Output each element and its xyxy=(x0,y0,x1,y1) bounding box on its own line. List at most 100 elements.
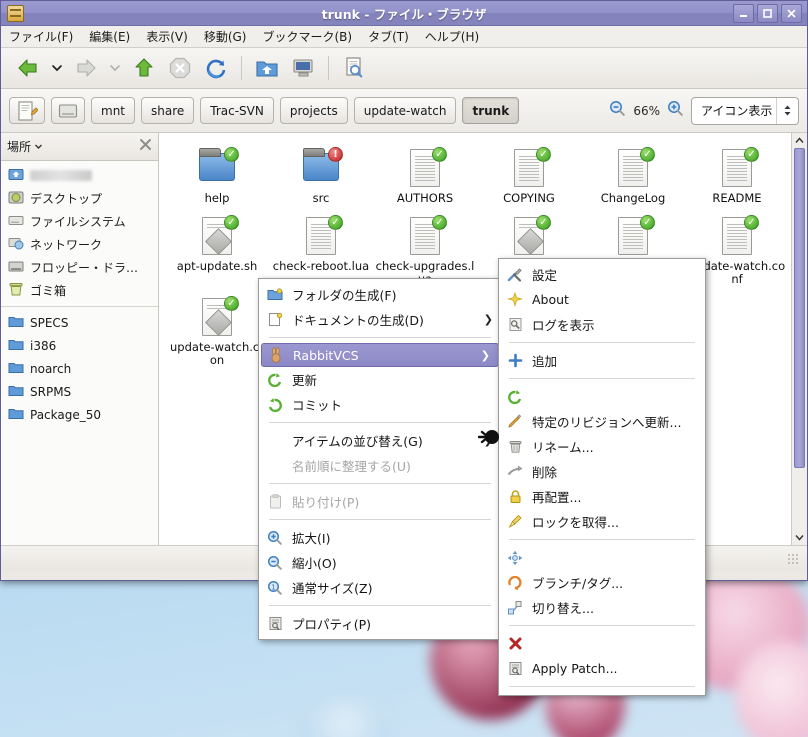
close-button[interactable] xyxy=(781,3,802,23)
menu-item-apply-patch[interactable] xyxy=(499,631,705,656)
sidebar-item-filesystem[interactable]: ファイルシステム xyxy=(1,210,158,233)
menu-item-branch-tag[interactable] xyxy=(499,545,705,570)
context-menu[interactable]: フォルダの生成(F) ドキュメントの生成(D) ❯ RabbitVCS ❯ 更新… xyxy=(258,278,502,640)
zoom-in-icon[interactable] xyxy=(667,100,684,121)
file-item[interactable]: ✓ COPYING xyxy=(477,141,581,205)
menu-item-zoom-in[interactable]: 拡大(I) xyxy=(259,525,501,550)
vertical-scrollbar[interactable] xyxy=(791,133,807,545)
plus-icon xyxy=(506,352,524,370)
menu-item-arrange-items[interactable]: アイテムの並び替え(G) ❯ xyxy=(259,428,501,453)
menu-item-clean-up-by-name: 名前順に整理する(U) xyxy=(259,453,501,478)
menu-item-update-to-revision[interactable] xyxy=(499,384,705,409)
scrollbar-thumb[interactable] xyxy=(794,148,805,468)
menu-item-update[interactable]: 更新 xyxy=(259,367,501,392)
menu-item-delete[interactable]: リネーム... xyxy=(499,434,705,459)
menu-item-label: 拡大(I) xyxy=(292,531,331,546)
reload-icon[interactable] xyxy=(199,52,233,84)
sidebar-item-srpms[interactable]: SRPMS xyxy=(1,380,158,403)
crumb-projects[interactable]: projects xyxy=(279,97,348,124)
sidebar-item-noarch[interactable]: noarch xyxy=(1,357,158,380)
sidebar-item-label: ゴミ箱 xyxy=(30,284,67,298)
maximize-button[interactable] xyxy=(757,3,778,23)
file-item[interactable]: ✓ ChangeLog xyxy=(581,141,685,205)
sidebar-item-package-50[interactable]: Package_50 xyxy=(1,403,158,426)
minimize-button[interactable] xyxy=(733,3,754,23)
file-item[interactable]: ✓ check-upgrades.lua xyxy=(373,209,477,286)
menu-item-add[interactable]: 追加 xyxy=(499,348,705,373)
scroll-up-arrow-icon[interactable] xyxy=(792,133,807,148)
view-mode-select[interactable]: アイコン表示 xyxy=(691,96,799,125)
menu-item-rename[interactable]: 特定のリビジョンへ更新... xyxy=(499,409,705,434)
menu-view[interactable]: 表示(V) xyxy=(146,28,188,45)
menu-item-rabbitvcs[interactable]: RabbitVCS ❯ xyxy=(261,343,499,367)
back-arrow-icon[interactable] xyxy=(11,52,45,84)
sidebar-item-floppy[interactable]: フロッピー・ドラ… xyxy=(1,256,158,279)
menu-item-zoom-out[interactable]: 縮小(O) xyxy=(259,550,501,575)
menu-edit[interactable]: 編集(E) xyxy=(89,28,130,45)
up-arrow-icon[interactable] xyxy=(127,52,161,84)
sidebar-item-i386[interactable]: i386 xyxy=(1,334,158,357)
spinner-arrows-icon[interactable] xyxy=(776,97,798,124)
sidebar-item-home[interactable] xyxy=(1,164,158,187)
search-document-icon[interactable] xyxy=(337,52,371,84)
document-icon: ✓ xyxy=(401,215,449,257)
sidebar-header[interactable]: 場所 xyxy=(1,133,158,161)
home-folder-icon[interactable] xyxy=(250,52,284,84)
menu-item-normal-size[interactable]: 1 通常サイズ(Z) xyxy=(259,575,501,600)
crumb-trac-svn[interactable]: Trac-SVN xyxy=(200,97,274,124)
crumb-mnt[interactable]: mnt xyxy=(91,97,135,124)
crumb-trunk[interactable]: trunk xyxy=(462,97,520,124)
close-icon[interactable] xyxy=(139,138,152,155)
menu-item-show-log[interactable]: ログを表示 xyxy=(499,312,705,337)
menu-item-about[interactable]: About xyxy=(499,287,705,312)
crumb-update-watch[interactable]: update-watch xyxy=(353,97,457,124)
file-item[interactable]: ✓ AUTHORS xyxy=(373,141,477,205)
menu-item-relocate[interactable]: 削除 xyxy=(499,459,705,484)
chevron-down-icon[interactable] xyxy=(34,140,43,154)
sidebar-item-desktop[interactable]: デスクトップ xyxy=(1,187,158,210)
titlebar[interactable]: trunk - ファイル・ブラウザ xyxy=(1,1,807,26)
crumb-device[interactable] xyxy=(51,97,85,124)
scroll-down-arrow-icon[interactable] xyxy=(792,530,807,545)
menu-item-switch[interactable]: ブランチ/タグ... xyxy=(499,570,705,595)
menu-item-properties[interactable]: プロパティ(P) xyxy=(259,611,501,636)
zoom-out-icon[interactable] xyxy=(609,100,626,121)
computer-icon[interactable] xyxy=(286,52,320,84)
menu-go[interactable]: 移動(G) xyxy=(204,28,247,45)
crumb-share[interactable]: share xyxy=(141,97,195,124)
menu-item-settings[interactable]: 設定 xyxy=(499,262,705,287)
home-icon xyxy=(8,167,24,185)
menu-item-commit[interactable]: コミット xyxy=(259,392,501,417)
sidebar-item-network[interactable]: ネットワーク xyxy=(1,233,158,256)
menu-tabs[interactable]: タブ(T) xyxy=(368,28,409,45)
menu-item-merge[interactable]: 切り替え... xyxy=(499,595,705,620)
resize-grip[interactable] xyxy=(787,552,799,565)
file-item[interactable]: ✓ check-reboot.lua xyxy=(269,209,373,286)
no-icon xyxy=(266,432,284,450)
document-icon: ✓ xyxy=(609,215,657,257)
rabbitvcs-submenu[interactable]: 設定 About ログを表示 追加 特定のリビジョンへ更新... リネーム...… xyxy=(498,258,706,696)
document-icon: ✓ xyxy=(609,147,657,189)
sidebar-item-label: SRPMS xyxy=(30,384,72,399)
menu-file[interactable]: ファイル(F) xyxy=(9,28,73,45)
menu-item-cleanup[interactable]: ロックを取得... xyxy=(499,509,705,534)
file-item[interactable]: ✓ help xyxy=(165,141,269,205)
toolbar-separator xyxy=(328,56,329,80)
file-item[interactable]: ✓ update-watch.cron xyxy=(165,290,269,373)
script-icon: ✓ xyxy=(505,215,553,257)
menu-item-get-lock[interactable]: 再配置... xyxy=(499,484,705,509)
back-chevron-down-icon[interactable] xyxy=(47,52,67,84)
path-edit-icon[interactable] xyxy=(9,97,45,124)
paste-icon xyxy=(266,493,284,511)
sidebar-item-specs[interactable]: SPECS xyxy=(1,311,158,334)
update-arrow-icon xyxy=(506,388,524,406)
menu-item-attributes[interactable]: Apply Patch... xyxy=(499,656,705,681)
menu-bookmarks[interactable]: ブックマーク(B) xyxy=(262,28,352,45)
file-item[interactable]: ✓ apt-update.sh xyxy=(165,209,269,286)
menu-item-new-folder[interactable]: フォルダの生成(F) xyxy=(259,282,501,307)
sidebar-item-trash[interactable]: ゴミ箱 xyxy=(1,279,158,302)
file-item[interactable]: ! src xyxy=(269,141,373,205)
menu-item-new-document[interactable]: ドキュメントの生成(D) ❯ xyxy=(259,307,501,332)
menu-help[interactable]: ヘルプ(H) xyxy=(425,28,479,45)
file-item[interactable]: ✓ README xyxy=(685,141,789,205)
